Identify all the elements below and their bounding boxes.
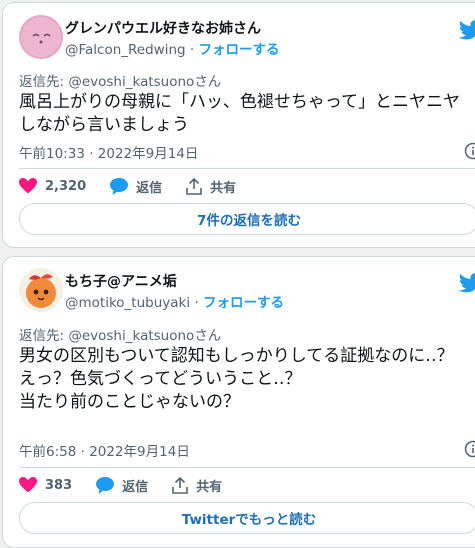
reply-to-handle[interactable]: @evoshi_katsuono	[68, 74, 194, 90]
info-icon[interactable]	[464, 440, 475, 458]
reply-to-prefix: 返信先:	[19, 74, 68, 90]
speech-bubble-icon	[110, 178, 128, 195]
share-button[interactable]: 共有	[172, 476, 222, 495]
peach-character-avatar-icon	[19, 268, 63, 312]
heart-icon	[19, 477, 37, 493]
avatar[interactable]	[19, 268, 63, 312]
twitter-bird-icon[interactable]	[459, 273, 475, 293]
handle-line: @motiko_tubuyaki · フォローする	[65, 291, 284, 311]
action-bar: 383 返信 共有	[19, 475, 246, 495]
reply-label: 返信	[136, 177, 162, 196]
user-handle[interactable]: @Falcon_Redwing	[65, 42, 186, 58]
like-count: 2,320	[45, 179, 86, 194]
share-label: 共有	[210, 177, 236, 196]
share-upload-icon	[186, 178, 202, 195]
speech-bubble-icon	[96, 477, 114, 494]
follow-button[interactable]: フォローする	[203, 295, 284, 311]
follow-button[interactable]: フォローする	[199, 42, 280, 58]
tweet-timestamp[interactable]: 午前10:33 · 2022年9月14日	[19, 142, 198, 162]
reply-button[interactable]: 返信	[96, 476, 148, 495]
reply-button[interactable]: 返信	[110, 177, 162, 196]
share-label: 共有	[196, 476, 222, 495]
info-icon[interactable]	[464, 142, 475, 160]
share-upload-icon	[172, 477, 188, 494]
reply-to-handle[interactable]: @evoshi_katsuono	[68, 328, 194, 344]
divider	[19, 168, 475, 169]
avatar[interactable]	[19, 15, 63, 59]
action-bar: 2,320 返信 共有	[19, 176, 260, 196]
twitter-bird-icon[interactable]	[459, 20, 475, 40]
reply-to-line: 返信先: @evoshi_katsuonoさん	[19, 324, 221, 344]
tweet-card: もち子@アニメ垢 @motiko_tubuyaki · フォローする 返信先: …	[2, 256, 475, 548]
user-handle[interactable]: @motiko_tubuyaki	[65, 295, 190, 311]
reply-to-line: 返信先: @evoshi_katsuonoさん	[19, 70, 221, 90]
reply-to-prefix: 返信先:	[19, 328, 68, 344]
tweet-timestamp[interactable]: 午前6:58 · 2022年9月14日	[19, 440, 190, 460]
share-button[interactable]: 共有	[186, 177, 236, 196]
display-name[interactable]: もち子@アニメ垢	[65, 271, 177, 291]
reply-to-suffix: さん	[194, 74, 221, 90]
display-name[interactable]: グレンパウエル好きなお姉さん	[65, 18, 261, 38]
read-replies-button[interactable]: 7件の返信を読む	[19, 203, 475, 235]
pink-face-avatar-icon	[19, 15, 63, 59]
tweet-text: 男女の区別もついて認知もしっかりしてる証拠なのに‥？ えっ？色気づくってどういう…	[19, 345, 473, 414]
like-button[interactable]: 383	[19, 477, 72, 493]
heart-icon	[19, 178, 37, 194]
reply-label: 返信	[122, 476, 148, 495]
like-button[interactable]: 2,320	[19, 178, 86, 194]
separator-dot: ·	[194, 295, 198, 311]
divider	[19, 467, 475, 468]
like-count: 383	[45, 478, 72, 493]
handle-line: @Falcon_Redwing · フォローする	[65, 38, 280, 58]
tweet-card: グレンパウエル好きなお姉さん @Falcon_Redwing · フォローする …	[2, 2, 475, 248]
read-more-on-twitter-button[interactable]: Twitterでもっと読む	[19, 502, 475, 534]
separator-dot: ·	[190, 42, 194, 58]
tweet-text: 風呂上がりの母親に「ハッ、色褪せちゃって」とニヤニヤしながら言いましょう	[19, 91, 473, 137]
reply-to-suffix: さん	[194, 328, 221, 344]
